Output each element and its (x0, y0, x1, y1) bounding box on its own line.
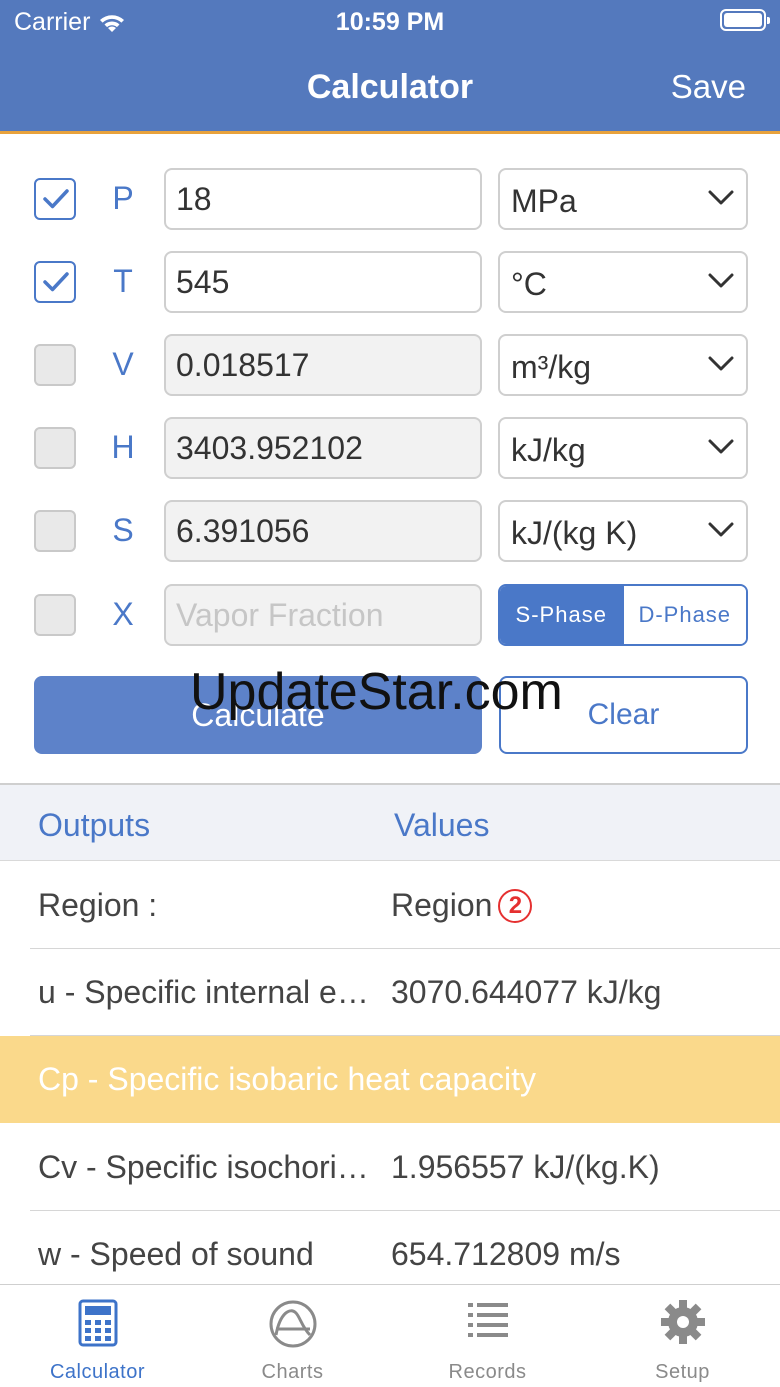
label-s: S (112, 512, 134, 548)
tab-label: Charts (261, 1361, 324, 1383)
temperature-input[interactable] (164, 251, 482, 313)
unit-label: kJ/kg (511, 432, 586, 468)
unit-label: m³/kg (511, 349, 591, 385)
input-row-p: P MPa (0, 168, 780, 232)
output-value: 654.712809 m/s (391, 1236, 621, 1272)
status-time: 10:59 PM (335, 8, 445, 36)
temperature-unit-select[interactable]: °C (498, 251, 748, 313)
output-name: Cv - Specific isochoric heat capacity (38, 1149, 383, 1185)
input-row-h: H kJ/kg (0, 417, 780, 481)
pressure-input[interactable] (164, 168, 482, 230)
enthalpy-input[interactable] (164, 417, 482, 479)
watermark-text: UpdateStar.com (190, 663, 563, 721)
checkbox-x[interactable] (34, 594, 76, 636)
page-title: Calculator (306, 68, 474, 106)
pressure-unit-select[interactable]: MPa (498, 168, 748, 230)
output-name: Region : (38, 887, 158, 923)
checkmark-icon (43, 189, 69, 209)
checkbox-t[interactable] (34, 261, 76, 303)
volume-input[interactable] (164, 334, 482, 396)
output-name: u - Specific internal energy (38, 974, 383, 1010)
checkbox-h[interactable] (34, 427, 76, 469)
unit-label: kJ/(kg K) (511, 515, 638, 551)
tab-label: Setup (655, 1361, 710, 1383)
output-row-cp[interactable]: Cp - Specific isobaric heat capacity (0, 1036, 780, 1123)
chevron-down-icon (708, 522, 734, 537)
output-row-internal-energy[interactable]: u - Specific internal energy 3070.644077… (0, 949, 780, 1036)
output-row-region[interactable]: Region : Region 2 (0, 862, 780, 949)
outputs-column-header: Outputs (38, 807, 151, 843)
entropy-unit-select[interactable]: kJ/(kg K) (498, 500, 748, 562)
s-phase-segment[interactable]: S-Phase (500, 586, 623, 644)
label-x: X (112, 596, 134, 632)
label-h: H (111, 429, 135, 465)
battery-icon (720, 9, 770, 31)
tab-label: Calculator (49, 1361, 146, 1383)
tab-charts[interactable]: Charts (195, 1285, 390, 1387)
save-button[interactable]: Save (671, 68, 746, 106)
gear-icon (660, 1300, 705, 1344)
checkbox-v[interactable] (34, 344, 76, 386)
unit-label: MPa (511, 183, 577, 219)
checkbox-p[interactable] (34, 178, 76, 220)
input-row-t: T °C (0, 251, 780, 315)
output-value: Region 2 (391, 887, 533, 924)
input-row-s: S kJ/(kg K) (0, 500, 780, 564)
chevron-down-icon (708, 356, 734, 371)
checkbox-s[interactable] (34, 510, 76, 552)
region-number-badge: 2 (498, 889, 533, 923)
tab-calculator[interactable]: Calculator (0, 1285, 195, 1387)
input-row-v: V m³/kg (0, 334, 780, 398)
input-row-x: X S-Phase D-Phase (0, 584, 780, 648)
chart-icon (269, 1300, 316, 1348)
chevron-down-icon (708, 439, 734, 454)
tab-setup[interactable]: Setup (585, 1285, 780, 1387)
output-row-cv[interactable]: Cv - Specific isochoric heat capacity 1.… (0, 1124, 780, 1211)
output-value: 3070.644077 kJ/kg (391, 974, 662, 1010)
tab-bar: Calculator Charts Records Setup (0, 1284, 780, 1387)
output-value: 1.956557 kJ/(kg.K) (391, 1149, 660, 1185)
unit-label: °C (511, 266, 547, 302)
tab-records[interactable]: Records (390, 1285, 585, 1387)
vapor-fraction-input[interactable] (164, 584, 482, 646)
phase-segmented-control: S-Phase D-Phase (498, 584, 748, 646)
output-name: Cp - Specific isobaric heat capacity (38, 1061, 536, 1097)
list-icon (467, 1303, 508, 1337)
values-column-header: Values (394, 807, 490, 843)
label-p: P (112, 180, 134, 216)
outputs-table-header: Outputs Values (0, 783, 780, 861)
checkmark-icon (43, 272, 69, 292)
label-t: T (113, 263, 133, 299)
calculator-icon (78, 1299, 117, 1347)
label-v: V (112, 346, 134, 382)
d-phase-segment[interactable]: D-Phase (622, 586, 746, 644)
chevron-down-icon (708, 190, 734, 205)
volume-unit-select[interactable]: m³/kg (498, 334, 748, 396)
entropy-input[interactable] (164, 500, 482, 562)
region-value: Region (391, 887, 493, 923)
tab-label: Records (448, 1361, 527, 1383)
output-name: w - Speed of sound (38, 1236, 314, 1272)
enthalpy-unit-select[interactable]: kJ/kg (498, 417, 748, 479)
nav-header: Carrier 10:59 PM Calculator Save (0, 0, 780, 134)
chevron-down-icon (708, 273, 734, 288)
